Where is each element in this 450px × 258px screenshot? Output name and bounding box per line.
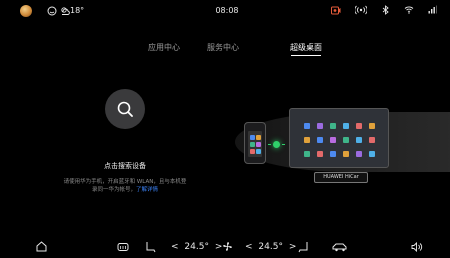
status-bar: 18° 08:08 (0, 0, 450, 22)
clock-text: 08:08 (215, 6, 239, 15)
right-temp-increase[interactable]: > (289, 242, 297, 252)
tab-super-desktop[interactable]: 超级桌面 (284, 42, 328, 53)
bluetooth-icon (382, 5, 389, 15)
left-temp-decrease[interactable]: < (171, 242, 179, 252)
wifi-icon (404, 6, 414, 14)
avatar[interactable] (20, 5, 32, 17)
left-temp-value: 24.5° (184, 242, 209, 252)
hicar-label: HUAWEI HiCar (314, 172, 368, 183)
tab-app-center[interactable]: 应用中心 (142, 42, 186, 53)
learn-more-link[interactable]: 了解详情 (136, 187, 158, 193)
connection-dot (273, 141, 280, 148)
hotspot-icon (355, 5, 367, 15)
right-seat-heat-icon[interactable] (298, 241, 309, 253)
fan-icon[interactable] (222, 241, 233, 252)
left-temp-control: < 24.5° > (171, 242, 222, 252)
left-seat-heat-icon[interactable] (145, 241, 156, 253)
car-icon[interactable] (332, 242, 348, 252)
search-device-button[interactable] (105, 89, 145, 129)
right-temp-decrease[interactable]: < (245, 242, 253, 252)
search-device-title[interactable]: 点击搜索设备 (70, 161, 180, 171)
right-temp-value: 24.5° (258, 242, 283, 252)
temperature-text: 18° (70, 6, 85, 15)
volume-icon[interactable] (411, 242, 423, 252)
weather-icon (61, 7, 70, 15)
signal-icon (428, 5, 437, 14)
record-icon (331, 6, 341, 15)
tab-service-center[interactable]: 服务中心 (201, 42, 245, 53)
search-hint-line2-text: 录同一华为帐号， (91, 187, 136, 193)
search-hint-line1: 请使用华为手机，开启蓝牙和 WLAN，且与本机登 (63, 179, 187, 185)
smile-icon[interactable] (47, 6, 57, 16)
car-screen-illustration (289, 108, 389, 168)
home-icon[interactable] (36, 241, 47, 252)
active-tab-indicator (291, 55, 321, 56)
phone-illustration (244, 122, 266, 164)
right-temp-control: < 24.5° > (245, 242, 296, 252)
search-hint-line2: 录同一华为帐号，了解详情 (40, 186, 210, 194)
rear-defrost-icon[interactable] (117, 242, 129, 252)
search-icon (117, 101, 133, 117)
